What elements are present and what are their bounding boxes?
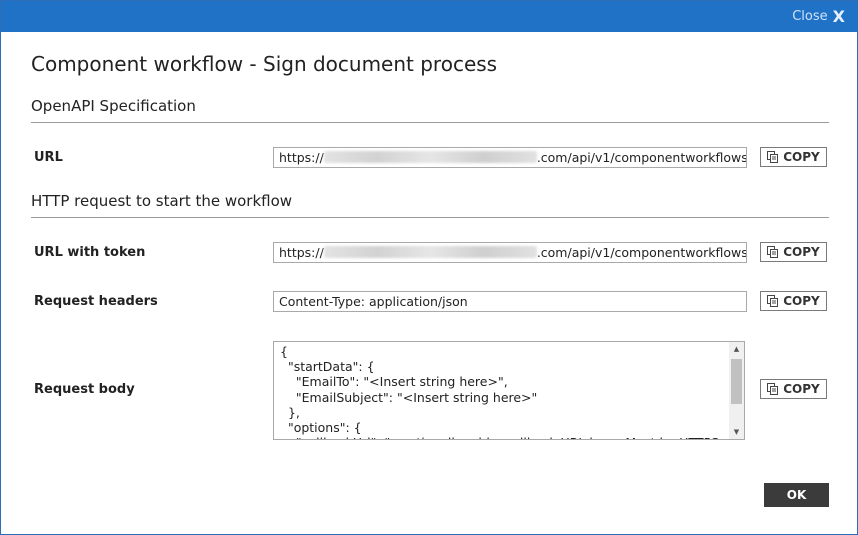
scrollbar-thumb[interactable]: [731, 359, 742, 404]
section-heading-openapi: OpenAPI Specification: [31, 97, 829, 123]
url-label: URL: [34, 150, 63, 165]
copy-icon: [767, 383, 779, 395]
close-icon: X: [832, 7, 845, 26]
dialog-title: Component workflow - Sign document proce…: [31, 52, 498, 76]
copy-label: COPY: [783, 150, 820, 164]
request-body-label: Request body: [34, 382, 135, 397]
redacted-host: [323, 151, 537, 163]
copy-icon: [767, 295, 779, 307]
copy-label: COPY: [783, 294, 820, 308]
copy-url-button[interactable]: COPY: [760, 147, 827, 167]
copy-request-headers-button[interactable]: COPY: [760, 291, 827, 311]
redacted-host: [323, 246, 537, 258]
token-prefix: https://: [279, 245, 324, 260]
url-field[interactable]: https:// .com/api/v1/componentworkflows: [273, 147, 747, 168]
close-label: Close: [792, 9, 828, 24]
scroll-up-icon[interactable]: ▲: [729, 342, 744, 356]
title-bar: Close X: [1, 1, 857, 32]
request-body-text: { "startData": { "EmailTo": "<Insert str…: [280, 344, 726, 439]
url-suffix: .com/api/v1/componentworkflows: [536, 150, 747, 165]
close-button[interactable]: Close X: [792, 7, 845, 26]
url-with-token-label: URL with token: [34, 245, 146, 260]
url-with-token-field[interactable]: https:// .com/api/v1/componentworkflows: [273, 242, 747, 263]
scroll-down-icon[interactable]: ▼: [729, 425, 744, 439]
request-headers-field[interactable]: Content-Type: application/json: [273, 291, 747, 312]
copy-url-with-token-button[interactable]: COPY: [760, 242, 827, 262]
url-prefix: https://: [279, 150, 324, 165]
copy-label: COPY: [783, 245, 820, 259]
ok-button[interactable]: OK: [764, 483, 829, 507]
copy-request-body-button[interactable]: COPY: [760, 379, 827, 399]
request-body-textarea[interactable]: { "startData": { "EmailTo": "<Insert str…: [273, 341, 745, 440]
token-suffix: .com/api/v1/componentworkflows: [536, 245, 747, 260]
request-body-scrollbar[interactable]: ▲ ▼: [729, 342, 744, 439]
section-heading-http: HTTP request to start the workflow: [31, 192, 829, 218]
dialog: Close X Component workflow - Sign docume…: [0, 0, 858, 535]
copy-icon: [767, 246, 779, 258]
copy-icon: [767, 151, 779, 163]
request-headers-label: Request headers: [34, 294, 158, 309]
copy-label: COPY: [783, 382, 820, 396]
